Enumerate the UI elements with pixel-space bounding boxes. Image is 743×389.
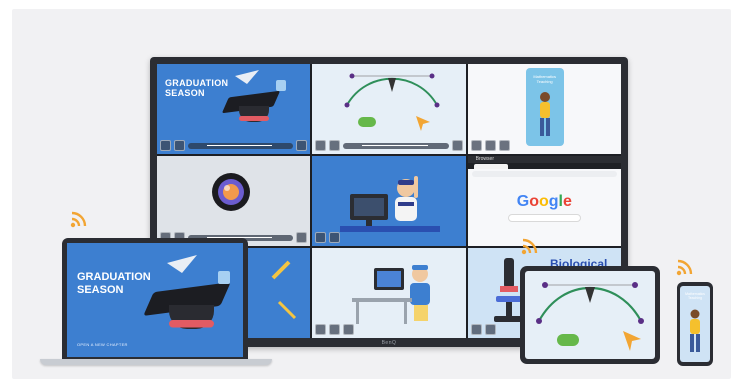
- person-figure: [539, 92, 550, 136]
- google-letter: G: [516, 193, 530, 210]
- tile-student-computer[interactable]: [312, 156, 466, 246]
- expand-icon[interactable]: [484, 324, 496, 335]
- google-letter: o: [538, 193, 549, 210]
- mini-phone: Mathematics Teaching: [525, 68, 564, 146]
- tile-title: Mathematics Teaching: [533, 74, 556, 84]
- paper-plane-icon: [167, 255, 197, 273]
- laptop: GRADUATION SEASON OPEN A NEW CHAPTER: [40, 238, 272, 366]
- cube-icon: [218, 271, 230, 284]
- expand-icon[interactable]: [343, 324, 355, 335]
- audio-icon[interactable]: [296, 232, 308, 243]
- browser-title-bar: Browser: [467, 156, 621, 163]
- grid-icon[interactable]: [329, 324, 341, 335]
- tile-graduation[interactable]: GRADUATION SEASON: [157, 64, 311, 154]
- browser-tab[interactable]: [473, 164, 508, 169]
- pen-tool-icon: [585, 287, 595, 303]
- playback-bar[interactable]: [188, 142, 294, 149]
- rotate-icon[interactable]: [470, 140, 482, 151]
- tile-controls: [315, 232, 462, 243]
- tile-controls: [160, 140, 308, 151]
- tile-controls: [470, 140, 618, 151]
- audio-icon[interactable]: [296, 140, 308, 151]
- google-letter: g: [548, 193, 559, 210]
- cylinder-icon: [358, 117, 377, 127]
- person-figure: [690, 309, 700, 352]
- expand-icon[interactable]: [329, 140, 341, 151]
- expand-icon[interactable]: [329, 232, 341, 243]
- pen-tool-icon: [388, 78, 397, 92]
- tile-math-teaching[interactable]: Mathematics Teaching: [467, 64, 621, 154]
- laptop-slide-title: GRADUATION SEASON: [77, 271, 151, 296]
- lens-icon: [212, 173, 250, 211]
- tile-bezier[interactable]: [312, 64, 466, 154]
- laptop-screen[interactable]: GRADUATION SEASON OPEN A NEW CHAPTER: [67, 243, 243, 357]
- browser-title: Browser: [475, 156, 494, 162]
- tile-student-desk[interactable]: [312, 248, 466, 338]
- expand-icon[interactable]: [174, 140, 185, 151]
- tablet: [520, 266, 660, 364]
- grid-icon[interactable]: [484, 140, 496, 151]
- rotate-icon[interactable]: [470, 324, 482, 335]
- bezier-curve: [344, 73, 440, 108]
- tablet-screen[interactable]: [525, 271, 655, 359]
- cube-icon: [276, 80, 286, 91]
- pencil-icon: [277, 300, 297, 320]
- google-letter: e: [562, 193, 572, 210]
- phone-screen[interactable]: Mathematics Teaching: [680, 286, 710, 362]
- phone: Mathematics Teaching: [677, 282, 713, 366]
- student-figure: [340, 176, 441, 232]
- google-logo: Google: [468, 193, 621, 211]
- google-letter: o: [529, 193, 539, 210]
- pencil-icon: [271, 260, 291, 280]
- wifi-cast-icon: [70, 211, 87, 228]
- product-stage: GRADUATION SEASON Mathematics Teaching B…: [12, 9, 731, 379]
- rotate-icon[interactable]: [315, 140, 327, 151]
- tile-browser[interactable]: Browser Google: [467, 156, 621, 246]
- tile-controls: [315, 140, 463, 151]
- tile-lens[interactable]: [157, 156, 311, 246]
- rotate-icon[interactable]: [160, 140, 171, 151]
- wifi-cast-icon: [521, 238, 538, 255]
- laptop-slide-footer: OPEN A NEW CHAPTER: [77, 342, 128, 347]
- playback-bar[interactable]: [343, 142, 449, 149]
- tile-title: GRADUATION SEASON: [165, 78, 229, 98]
- search-input[interactable]: [507, 214, 581, 222]
- student-desk-figure: [352, 265, 431, 324]
- phone-slide-title: Mathematics Teaching: [685, 292, 705, 300]
- browser-tabs: [467, 163, 621, 169]
- laptop-base: [40, 359, 272, 365]
- rotate-icon[interactable]: [315, 324, 327, 335]
- paper-plane-icon: [235, 70, 259, 84]
- bezier-curve: [536, 282, 644, 324]
- tile-controls: [315, 324, 462, 335]
- wifi-cast-icon: [676, 259, 693, 276]
- cursor-icon: [623, 331, 641, 351]
- laptop-lid: GRADUATION SEASON OPEN A NEW CHAPTER: [62, 238, 248, 359]
- address-bar[interactable]: [471, 171, 617, 177]
- cursor-icon: [416, 116, 431, 131]
- cylinder-icon: [557, 334, 579, 346]
- audio-icon[interactable]: [451, 140, 463, 151]
- expand-icon[interactable]: [498, 140, 510, 151]
- rotate-icon[interactable]: [315, 232, 327, 243]
